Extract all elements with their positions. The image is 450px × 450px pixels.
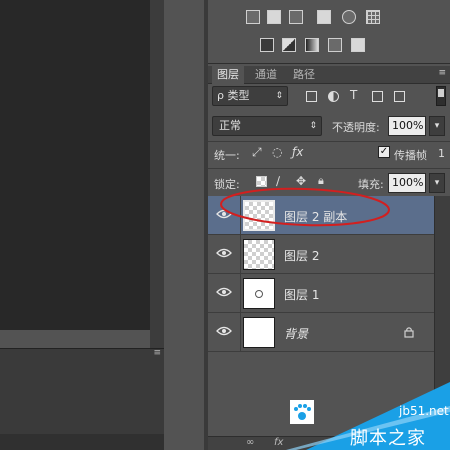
layers-list: 图层 2 副本 图层 2 图层 1 背景 (208, 196, 434, 354)
blend-mode-value: 正常 (219, 119, 241, 132)
toggle-knob (438, 89, 444, 97)
watermark-name: 脚本之家 (350, 428, 426, 449)
lock-icon (404, 327, 414, 338)
pixel-filter-icon[interactable] (306, 91, 317, 102)
divider (240, 235, 241, 274)
lock-brush-icon[interactable]: ∕ (276, 174, 280, 188)
eye-icon[interactable] (216, 247, 232, 259)
layers-panel-tabs: 图层 通道 路径 ≡ (208, 66, 450, 84)
exposure-icon[interactable] (317, 10, 331, 24)
layer-thumbnail (243, 278, 275, 309)
canvas-scrollbar[interactable] (150, 0, 164, 348)
unify-style-icon[interactable]: ƒx (292, 145, 303, 159)
unify-label: 统一: (214, 149, 240, 162)
right-panel: 图层 通道 路径 ≡ ρ 类型 ⇕ T 正常 ⇕ 不透明度: 100% ▾ 统一… (208, 0, 450, 450)
blend-row: 正常 ⇕ 不透明度: 100% ▾ (212, 114, 446, 138)
panel-menu-icon[interactable]: ≡ (438, 68, 446, 78)
smart-object-filter-icon[interactable] (394, 91, 405, 102)
document-canvas[interactable] (0, 0, 150, 330)
chevron-updown-icon: ⇕ (275, 91, 283, 101)
chevron-updown-icon: ⇕ (309, 121, 317, 131)
lock-transparent-icon[interactable] (256, 176, 267, 187)
divider (240, 196, 241, 235)
layer-name[interactable]: 图层 2 (284, 247, 319, 264)
curves-icon[interactable] (267, 10, 281, 24)
adjustments-panel (208, 0, 450, 64)
channel-mixer-icon[interactable] (342, 10, 356, 24)
lock-label: 锁定: (214, 178, 240, 191)
watermark-domain: jb51.net (399, 404, 449, 418)
eye-icon[interactable] (216, 325, 232, 337)
layer-thumbnail (243, 200, 275, 231)
tab-layers[interactable]: 图层 (212, 66, 244, 84)
lock-row: 锁定: ∕ ✥ 🔒︎ 填充: 100% ▾ (212, 171, 446, 195)
tab-channels[interactable]: 通道 (250, 66, 282, 84)
propagate-value: 1 (438, 147, 445, 160)
selective-color-icon[interactable] (328, 38, 342, 52)
left-bottom-panel (0, 360, 164, 434)
divider (208, 168, 450, 169)
type-filter-icon[interactable]: T (350, 89, 361, 101)
layer-name[interactable]: 图层 1 (284, 286, 319, 303)
levels-icon[interactable] (246, 10, 260, 24)
layer-name[interactable]: 背景 (284, 325, 308, 342)
unify-row: 统一: ⤢ ◌ ƒx ✓ 传播帧 1 (212, 143, 446, 165)
link-icon[interactable]: ∞ (246, 437, 254, 448)
posterize-icon[interactable] (260, 38, 274, 52)
shape-filter-icon[interactable] (372, 91, 383, 102)
adjustment-filter-icon[interactable] (328, 91, 339, 102)
threshold-icon[interactable] (282, 38, 296, 52)
fill-dropdown[interactable]: ▾ (429, 173, 445, 193)
propagate-label: 传播帧 (394, 149, 427, 162)
layer-name[interactable]: 图层 2 副本 (284, 208, 347, 225)
divider (240, 274, 241, 313)
fill-input[interactable]: 100% (388, 173, 426, 193)
invert-icon[interactable] (351, 38, 365, 52)
propagate-frame-checkbox[interactable]: ✓ (378, 146, 390, 158)
fill-label: 填充: (358, 178, 384, 191)
balance-icon[interactable] (289, 10, 303, 24)
panel-splitter (164, 0, 208, 450)
layer-thumbnail (243, 239, 275, 270)
color-lookup-icon[interactable] (366, 10, 380, 24)
filter-type-select[interactable]: ρ 类型 ⇕ (212, 86, 288, 106)
left-panel-header: ≡ (0, 348, 164, 360)
filter-type-label: ρ 类型 (217, 89, 250, 102)
tab-paths[interactable]: 路径 (288, 66, 320, 84)
layer-row[interactable]: 图层 1 (208, 274, 434, 313)
opacity-label: 不透明度: (332, 121, 380, 134)
panel-menu-icon[interactable]: ≡ (153, 348, 161, 358)
lock-all-icon[interactable]: 🔒︎ (318, 174, 324, 188)
opacity-dropdown[interactable]: ▾ (429, 116, 445, 136)
layer-filter-row: ρ 类型 ⇕ T (212, 86, 446, 108)
layer-row[interactable]: 图层 2 副本 (208, 196, 434, 235)
layer-row[interactable]: 背景 (208, 313, 434, 352)
blend-mode-select[interactable]: 正常 ⇕ (212, 116, 322, 136)
eye-icon[interactable] (216, 286, 232, 298)
gradient-map-icon[interactable] (305, 38, 319, 52)
layer-thumbnail (243, 317, 275, 348)
layer-row[interactable]: 图层 2 (208, 235, 434, 274)
filter-toggle[interactable] (436, 86, 446, 106)
object-thumbnail-icon (255, 290, 263, 298)
eye-icon[interactable] (216, 208, 232, 220)
unify-visibility-icon[interactable]: ◌ (272, 145, 282, 159)
lock-move-icon[interactable]: ✥ (296, 174, 306, 188)
opacity-input[interactable]: 100% (388, 116, 426, 136)
fx-icon[interactable]: fx (274, 437, 283, 448)
divider (240, 313, 241, 352)
divider (208, 141, 450, 142)
unify-position-icon[interactable]: ⤢ (252, 145, 262, 160)
layers-scrollbar[interactable] (434, 196, 450, 436)
left-status-strip (0, 434, 164, 450)
